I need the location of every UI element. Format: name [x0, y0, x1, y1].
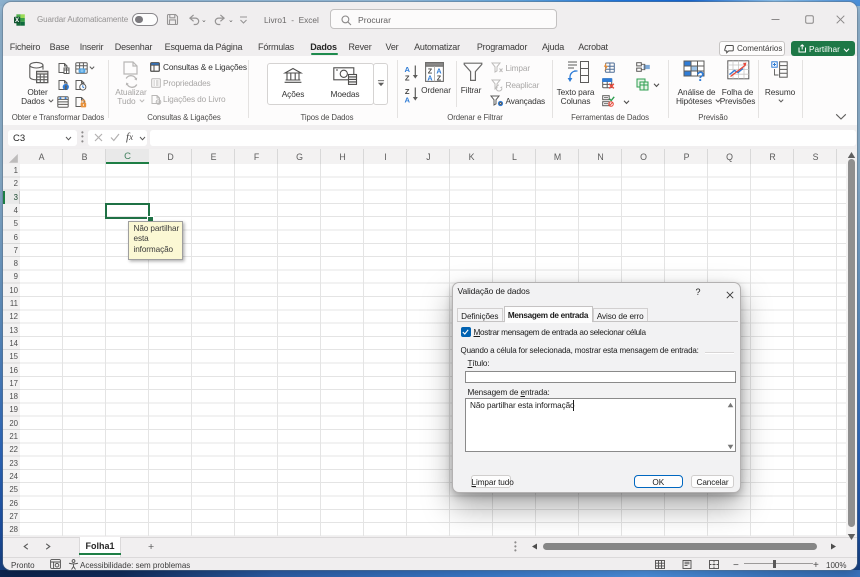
svg-text:?: ?: [696, 69, 704, 84]
svg-text:Z: Z: [405, 73, 410, 82]
svg-text:A: A: [404, 95, 410, 104]
svg-text:Z: Z: [437, 73, 442, 82]
svg-text:A: A: [427, 73, 432, 82]
